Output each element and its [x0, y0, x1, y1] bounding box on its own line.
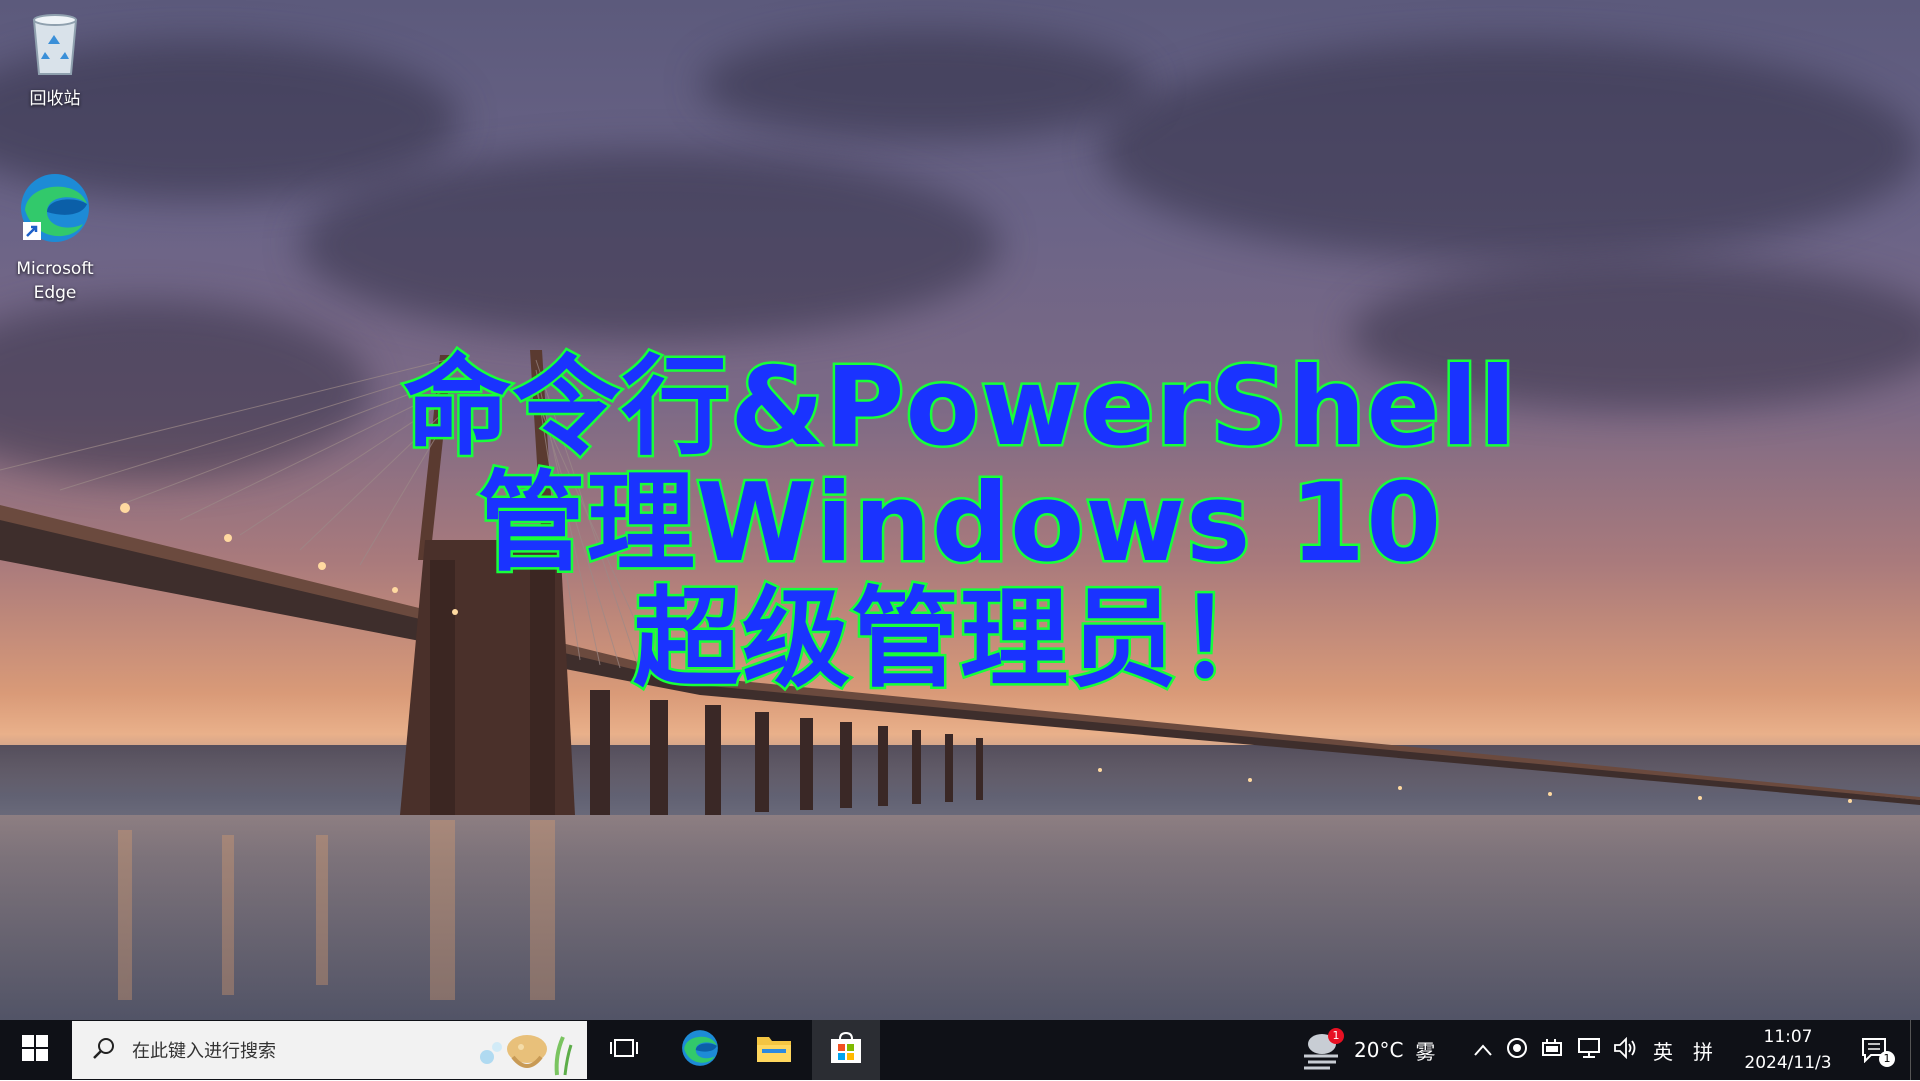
tray-network-button[interactable] [1574, 1020, 1604, 1080]
overlay-title-line-2: 管理Windows 10 [475, 461, 1444, 586]
folder-icon [756, 1033, 792, 1067]
power-plug-icon [1541, 1038, 1565, 1062]
overlay-title-line-3: 超级管理员！ [630, 577, 1288, 702]
desktop-wallpaper: 回收站 Microsoft Edge 命令行&PowerShell 管理Wind… [0, 0, 1920, 1020]
tray-power-button[interactable] [1538, 1020, 1568, 1080]
clock-date: 2024/11/3 [1744, 1053, 1832, 1073]
network-icon [1577, 1037, 1601, 1063]
desktop-icon-label: Microsoft Edge [16, 259, 94, 303]
taskbar-store-button[interactable] [812, 1020, 880, 1080]
search-placeholder: 在此键入进行搜索 [132, 1041, 276, 1062]
taskbar-file-explorer-button[interactable] [744, 1020, 804, 1080]
task-view-button[interactable] [598, 1020, 650, 1080]
recycle-bin-icon [5, 12, 105, 83]
start-button[interactable] [0, 1020, 70, 1080]
windows-start-icon [22, 1035, 48, 1065]
edge-icon [680, 1028, 720, 1072]
ime-mode-indicator[interactable]: 拼 [1688, 1020, 1718, 1080]
search-icon [92, 1036, 116, 1064]
notification-count-badge: 1 [1879, 1051, 1895, 1067]
overlay-title-line-1: 命令行&PowerShell [401, 345, 1519, 470]
speaker-volume-icon [1613, 1036, 1639, 1063]
task-view-icon [610, 1036, 638, 1064]
weather-condition: 雾 [1415, 1039, 1436, 1064]
store-icon [829, 1031, 863, 1068]
input-language-indicator[interactable]: 英 [1648, 1020, 1678, 1080]
weather-widget[interactable]: 1 20°C 雾 [1300, 1020, 1435, 1080]
weather-alert-badge: 1 [1328, 1028, 1344, 1044]
show-hidden-icons-button[interactable] [1468, 1020, 1498, 1080]
chevron-up-icon [1474, 1041, 1492, 1060]
taskbar-clock[interactable]: 11:07 2024/11/3 [1738, 1024, 1838, 1076]
edge-icon [5, 170, 105, 253]
taskbar-search-box[interactable]: 在此键入进行搜索 [72, 1021, 587, 1079]
desktop-icon-edge[interactable]: Microsoft Edge [5, 170, 105, 305]
weather-temperature: 20°C [1354, 1038, 1404, 1062]
taskbar-edge-button[interactable] [670, 1020, 730, 1080]
record-circle-icon [1506, 1037, 1528, 1063]
show-desktop-button[interactable] [1910, 1020, 1920, 1080]
desktop-icon-label: 回收站 [29, 89, 81, 109]
desktop-icon-recycle-bin[interactable]: 回收站 [5, 12, 105, 111]
action-center-button[interactable]: 1 [1852, 1020, 1898, 1080]
notification-icon: 1 [1861, 1037, 1895, 1067]
tray-record-button[interactable] [1502, 1020, 1532, 1080]
weather-fog-icon: 1 [1300, 1028, 1344, 1070]
overlay-title: 命令行&PowerShell 管理Windows 10 超级管理员！ [0, 345, 1920, 702]
taskbar: 在此键入进行搜索 1 20°C 雾 英 拼 11:07 2024/11/3 1 [0, 1020, 1920, 1080]
tray-volume-button[interactable] [1610, 1020, 1642, 1080]
clock-time: 11:07 [1763, 1027, 1813, 1047]
search-highlight-illustration [475, 1027, 575, 1081]
